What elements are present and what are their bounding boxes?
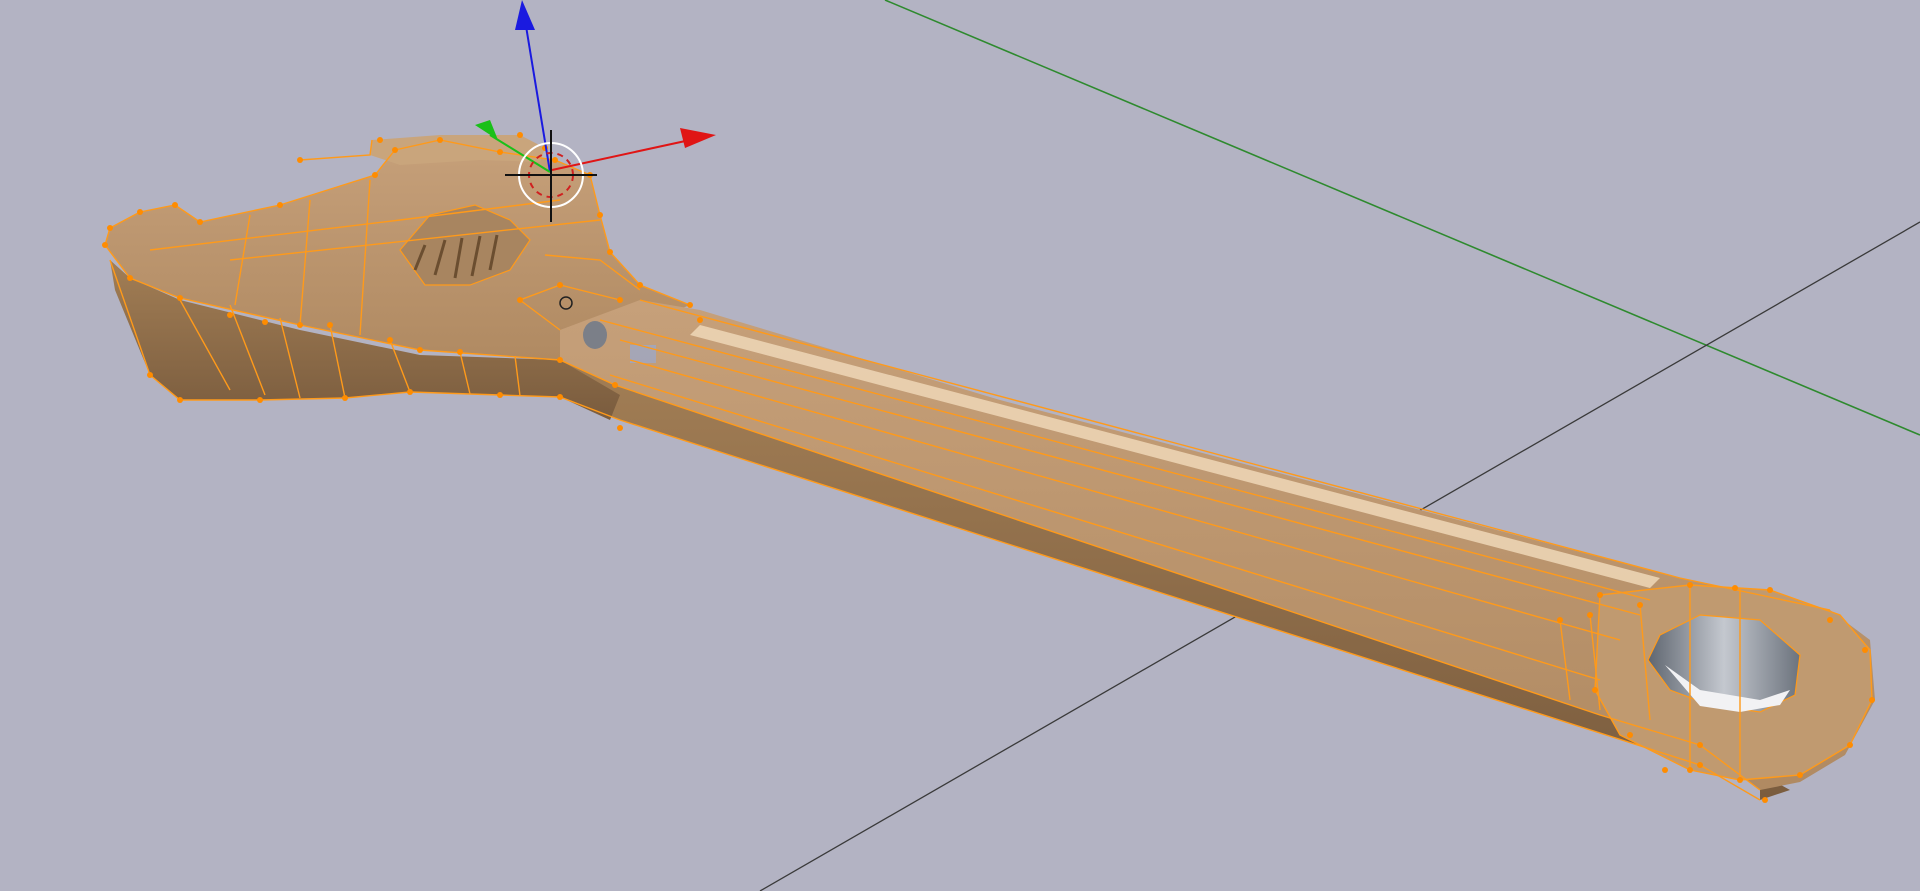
gizmo-z-arrow[interactable]	[515, 0, 535, 30]
gizmo-x-axis[interactable]	[551, 139, 691, 171]
3d-viewport[interactable]	[0, 0, 1920, 891]
selected-face-dots	[630, 345, 656, 363]
wrench-mesh[interactable]	[102, 132, 1875, 803]
gizmo-x-arrow[interactable]	[680, 128, 716, 148]
viewport-scene[interactable]	[0, 0, 1920, 891]
y-axis-line	[884, 0, 1920, 436]
head-pin-hole	[583, 321, 607, 349]
